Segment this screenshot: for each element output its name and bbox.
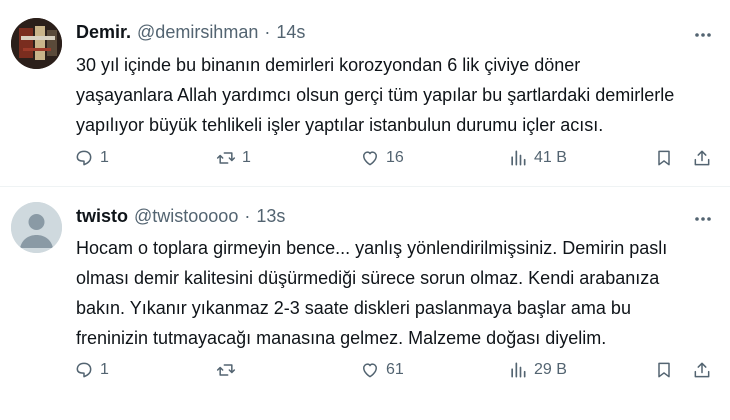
handle[interactable]: @demirsihman — [137, 22, 258, 43]
avatar[interactable] — [11, 18, 62, 69]
tweet-text-line: freninizin tutmayacağı manasına gelmez. … — [76, 328, 607, 348]
like-button[interactable]: 61 — [360, 357, 404, 383]
action-bar: 1 61 29 B — [76, 357, 716, 383]
timestamp[interactable]: 14s — [276, 22, 305, 43]
tweet-text-line: yapılıyor büyük tehlikeli işler yaptılar… — [76, 115, 604, 135]
tweet-text-line: 30 yıl içinde bu binanın demirleri koroz… — [76, 55, 581, 75]
default-avatar-icon — [11, 202, 62, 253]
more-icon — [695, 33, 711, 37]
share-button[interactable] — [692, 357, 712, 383]
more-options-button[interactable] — [692, 24, 714, 46]
repost-button[interactable] — [216, 357, 242, 383]
tweet-text-line: yaşayanlara Allah yardımcı olsun gerçi t… — [76, 85, 675, 105]
views-button[interactable]: 41 B — [508, 145, 567, 171]
display-name[interactable]: twisto — [76, 206, 128, 227]
bookmark-button[interactable] — [654, 145, 674, 171]
share-icon — [694, 150, 710, 166]
reply-button[interactable]: 1 — [74, 357, 109, 383]
tweet: twisto @twistooooo · 13s Hocam o toplara… — [0, 187, 730, 420]
share-icon — [694, 362, 710, 378]
display-name[interactable]: Demir. — [76, 22, 131, 43]
more-icon — [695, 217, 711, 221]
repost-button[interactable]: 1 — [216, 145, 251, 171]
views-chart-icon — [511, 150, 526, 166]
reply-button[interactable]: 1 — [74, 145, 109, 171]
heart-icon — [363, 151, 377, 166]
tweet-text-line: bakın. Yıkanır yıkanmaz 2-3 saate diskle… — [76, 298, 631, 318]
repost-icon — [216, 364, 236, 376]
separator: · — [244, 206, 251, 226]
reply-count: 1 — [100, 149, 109, 166]
reply-count: 1 — [100, 361, 109, 378]
reply-icon — [76, 150, 92, 166]
tweet-text-line: olması demir kalitesini düşürmediği süre… — [76, 268, 660, 288]
like-count: 16 — [386, 149, 404, 166]
like-count: 61 — [386, 361, 404, 378]
reply-icon — [76, 362, 92, 378]
repost-icon — [216, 152, 236, 164]
timestamp[interactable]: 13s — [256, 206, 285, 227]
views-button[interactable]: 29 B — [508, 357, 567, 383]
tweet-header: twisto @twistooooo · 13s — [76, 206, 285, 232]
view-count: 41 B — [534, 149, 567, 166]
avatar[interactable] — [11, 202, 62, 253]
views-chart-icon — [511, 362, 526, 378]
bookmark-icon — [658, 150, 670, 166]
repost-count: 1 — [242, 149, 251, 166]
bookmark-icon — [658, 362, 670, 378]
tweet-text: Hocam o toplara girmeyin bence... yanlış… — [76, 233, 716, 353]
like-button[interactable]: 16 — [360, 145, 404, 171]
tweet-text-line: Hocam o toplara girmeyin bence... yanlış… — [76, 238, 668, 258]
action-bar: 1 1 16 41 B — [76, 145, 716, 171]
tweet: Demir. @demirsihman · 14s 30 yıl içinde … — [0, 0, 730, 187]
handle[interactable]: @twistooooo — [134, 206, 238, 227]
separator: · — [264, 22, 271, 42]
more-options-button[interactable] — [692, 208, 714, 230]
view-count: 29 B — [534, 361, 567, 378]
share-button[interactable] — [692, 145, 712, 171]
profile-photo — [11, 18, 62, 69]
tweet-text: 30 yıl içinde bu binanın demirleri koroz… — [76, 50, 716, 140]
bookmark-button[interactable] — [654, 357, 674, 383]
tweet-header: Demir. @demirsihman · 14s — [76, 22, 305, 48]
heart-icon — [363, 363, 377, 378]
